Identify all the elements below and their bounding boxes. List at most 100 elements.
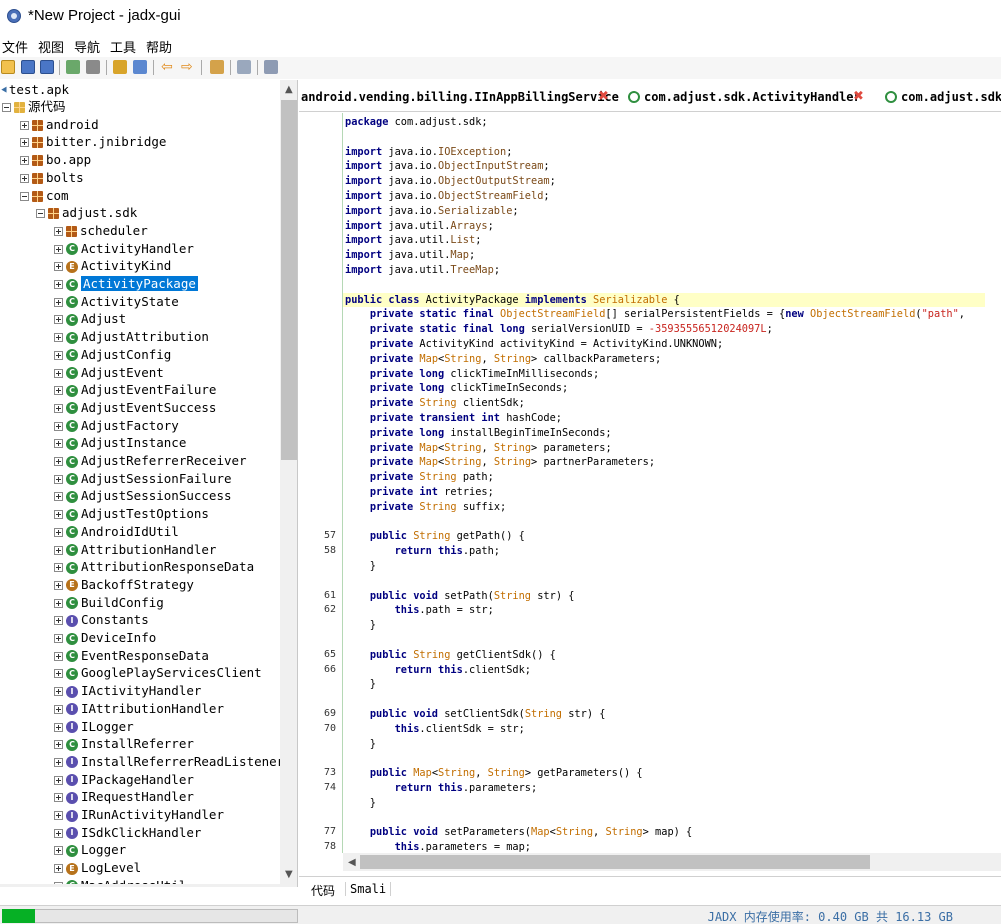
- tree-class[interactable]: C AttributionResponseData: [54, 558, 254, 576]
- tab-adjust-sdk[interactable]: com.adjust.sdk: [885, 90, 1001, 104]
- tab-code[interactable]: 代码: [311, 882, 335, 899]
- expand-icon[interactable]: [54, 280, 63, 289]
- expand-icon[interactable]: [54, 846, 63, 856]
- save-icon[interactable]: [21, 60, 35, 74]
- save-all-icon[interactable]: [40, 60, 54, 74]
- tree-class[interactable]: C Adjust: [54, 310, 126, 328]
- menu-tools[interactable]: 工具: [110, 37, 136, 56]
- tab-close-icon[interactable]: ✖: [853, 89, 864, 104]
- expand-icon[interactable]: [54, 828, 63, 838]
- back-icon[interactable]: ⇦: [161, 60, 175, 74]
- tree-icon[interactable]: [86, 60, 100, 74]
- tree-package[interactable]: com: [20, 187, 69, 205]
- tree-class[interactable]: C AdjustTestOptions: [54, 505, 209, 523]
- tree-vertical-scroll-thumb[interactable]: [281, 100, 297, 460]
- tree-class[interactable]: I IRunActivityHandler: [54, 806, 224, 824]
- tree-class[interactable]: I Constants: [54, 611, 149, 629]
- expand-icon[interactable]: [54, 297, 63, 307]
- tree-class[interactable]: I IRequestHandler: [54, 788, 194, 806]
- tree-class[interactable]: C AdjustAttribution: [54, 328, 209, 346]
- tree-class[interactable]: C AdjustEventSuccess: [54, 399, 216, 417]
- tab-close-icon[interactable]: ✖: [598, 89, 609, 104]
- tree-package[interactable]: scheduler: [54, 222, 148, 240]
- expand-icon[interactable]: [54, 527, 63, 537]
- expand-icon[interactable]: [54, 722, 63, 732]
- expand-icon[interactable]: [54, 704, 63, 714]
- expand-icon[interactable]: [54, 793, 63, 803]
- tree-source-node[interactable]: 源代码: [2, 98, 66, 116]
- scroll-up-icon[interactable]: ▲: [285, 84, 293, 95]
- forward-icon[interactable]: ⇨: [181, 60, 195, 74]
- expand-icon[interactable]: [54, 262, 63, 272]
- expand-icon[interactable]: [54, 368, 63, 378]
- tree-package[interactable]: bo.app: [20, 151, 91, 169]
- tree-package[interactable]: adjust.sdk: [36, 204, 137, 222]
- expand-icon[interactable]: [20, 156, 29, 166]
- tree-class[interactable]: C DeviceInfo: [54, 629, 156, 647]
- scroll-left-icon[interactable]: ◀: [348, 857, 356, 868]
- log-icon[interactable]: [237, 60, 251, 74]
- tree-package[interactable]: bolts: [20, 169, 84, 187]
- expand-icon[interactable]: [54, 651, 63, 661]
- expand-icon[interactable]: [54, 545, 63, 555]
- expand-icon[interactable]: [54, 669, 63, 679]
- collapse-icon[interactable]: [20, 191, 29, 201]
- tree-class[interactable]: C ActivityPackage: [54, 275, 198, 293]
- tree-class[interactable]: C AdjustConfig: [54, 346, 171, 364]
- scroll-down-icon[interactable]: ▼: [285, 869, 293, 880]
- expand-icon[interactable]: [54, 315, 63, 325]
- sync-icon[interactable]: [66, 60, 80, 74]
- expand-icon[interactable]: [54, 457, 63, 466]
- tree-class[interactable]: E LogLevel: [54, 859, 141, 877]
- tree-class[interactable]: C AdjustEvent: [54, 364, 164, 382]
- expand-icon[interactable]: [20, 138, 29, 148]
- expand-icon[interactable]: [54, 563, 63, 573]
- tree-class[interactable]: C AdjustSessionSuccess: [54, 487, 232, 505]
- tree-class[interactable]: C EventResponseData: [54, 647, 209, 665]
- expand-icon[interactable]: [54, 740, 63, 750]
- expand-icon[interactable]: [54, 510, 63, 520]
- collapse-icon[interactable]: [36, 209, 45, 219]
- tree-class[interactable]: I IAttributionHandler: [54, 700, 224, 718]
- tree-class[interactable]: C AndroidIdUtil: [54, 523, 179, 541]
- tab-iinappbillingservice[interactable]: android.vending.billing.IInAppBillingSer…: [301, 90, 619, 104]
- tree-class[interactable]: I ILogger: [54, 718, 134, 736]
- tree-class[interactable]: I IPackageHandler: [54, 771, 194, 789]
- editor-horizontal-scroll-thumb[interactable]: [360, 855, 870, 869]
- tree-class[interactable]: C AdjustFactory: [54, 417, 179, 435]
- expand-icon[interactable]: [54, 421, 63, 431]
- tree-class[interactable]: E ActivityKind: [54, 257, 171, 275]
- expand-icon[interactable]: [54, 403, 63, 413]
- expand-icon[interactable]: [20, 120, 29, 130]
- expand-icon[interactable]: [54, 864, 63, 874]
- expand-icon[interactable]: [54, 757, 63, 767]
- tree-class[interactable]: I InstallReferrerReadListener: [54, 753, 280, 771]
- tree-class[interactable]: C InstallReferrer: [54, 735, 194, 753]
- tab-activityhandler[interactable]: com.adjust.sdk.ActivityHandler: [628, 90, 861, 104]
- tab-smali[interactable]: Smali: [345, 882, 392, 896]
- tree-root[interactable]: ⯇test.apk: [0, 81, 69, 99]
- tree-class[interactable]: C AttributionHandler: [54, 541, 216, 559]
- tree-package[interactable]: android: [20, 116, 99, 134]
- expand-icon[interactable]: [54, 811, 63, 820]
- expand-icon[interactable]: [54, 333, 63, 343]
- tree-class[interactable]: C AdjustInstance: [54, 434, 186, 452]
- tree-class[interactable]: E BackoffStrategy: [54, 576, 194, 594]
- expand-icon[interactable]: [20, 173, 29, 183]
- expand-icon[interactable]: [54, 598, 63, 608]
- tree-class[interactable]: CMacAddressUtil: [54, 877, 186, 884]
- tree-class[interactable]: C AdjustReferrerReceiver: [54, 452, 247, 470]
- menu-view[interactable]: 视图: [38, 37, 64, 56]
- tree-class[interactable]: C ActivityState: [54, 293, 179, 311]
- expand-icon[interactable]: [54, 439, 63, 449]
- expand-icon[interactable]: [54, 616, 63, 626]
- menu-navigate[interactable]: 导航: [74, 37, 100, 56]
- tree-class[interactable]: I ISdkClickHandler: [54, 824, 201, 842]
- tree-class[interactable]: C ActivityHandler: [54, 240, 194, 258]
- expand-icon[interactable]: [54, 687, 63, 697]
- expand-icon[interactable]: [54, 474, 63, 484]
- find-icon[interactable]: [133, 60, 147, 74]
- tree-class[interactable]: C Logger: [54, 841, 126, 859]
- expand-icon[interactable]: [54, 244, 63, 254]
- collapse-icon[interactable]: [2, 103, 11, 112]
